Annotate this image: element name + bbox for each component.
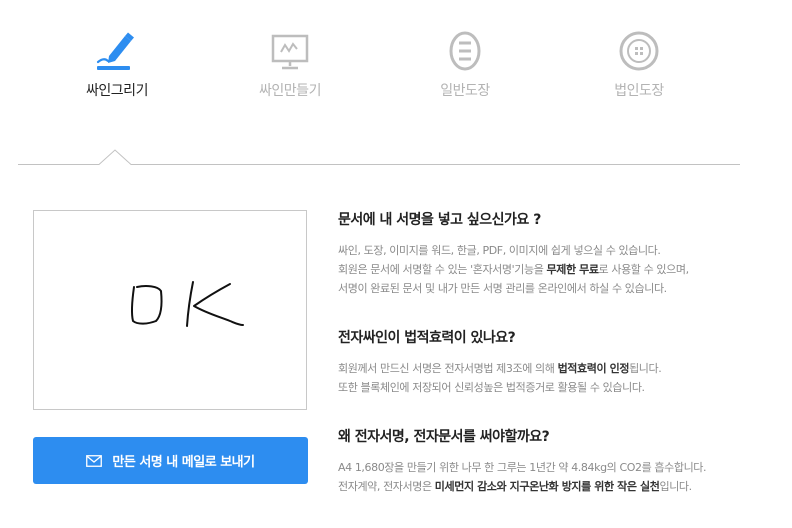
pen-icon	[96, 32, 134, 70]
tab-general-stamp[interactable]: 일반도장	[390, 28, 540, 100]
tab-corporate-stamp[interactable]: 법인도장	[564, 28, 714, 100]
sign-type-tabs: 싸인그리기 싸인만들기 일반도장 법인도장	[0, 0, 792, 110]
tab-label: 일반도장	[440, 83, 490, 99]
drawn-signature	[130, 281, 244, 327]
faq-answer: A4 1,680장을 만들기 위한 나무 한 그루는 1년간 약 4.84kg의…	[338, 461, 707, 493]
faq-answer: 회원께서 만드신 서명은 전자서명법 제3조에 의해 법적효력이 인정됩니다. …	[338, 362, 662, 394]
tab-label: 법인도장	[614, 83, 664, 99]
faq-question: 문서에 내 서명을 넣고 싶으신가요 ?	[338, 212, 541, 228]
monitor-signature-icon	[271, 34, 309, 70]
faq-question: 왜 전자서명, 전자문서를 써야할까요?	[338, 429, 550, 445]
faq-insert-signature: 문서에 내 서명을 넣고 싶으신가요 ? 싸인, 도장, 이미지를 워드, 한글…	[338, 209, 758, 298]
faq-answer: 싸인, 도장, 이미지를 워드, 한글, PDF, 이미지에 쉽게 넣으실 수 …	[338, 244, 689, 295]
tab-make-sign[interactable]: 싸인만들기	[215, 28, 365, 100]
mail-icon	[86, 454, 103, 467]
round-seal-icon	[619, 31, 659, 71]
tab-draw-sign[interactable]: 싸인그리기	[42, 28, 192, 100]
faq-question: 전자싸인이 법적효력이 있나요?	[338, 330, 516, 346]
tab-label: 싸인만들기	[259, 83, 321, 99]
tab-label: 싸인그리기	[86, 83, 148, 99]
faq-legal-validity: 전자싸인이 법적효력이 있나요? 회원께서 만드신 서명은 전자서명법 제3조에…	[338, 327, 758, 397]
send-button-label: 만든 서명 내 메일로 보내기	[112, 455, 255, 470]
signature-canvas[interactable]	[33, 210, 307, 410]
send-signature-email-button[interactable]: 만든 서명 내 메일로 보내기	[33, 437, 308, 484]
oval-stamp-icon	[449, 31, 481, 71]
faq-why-electronic: 왜 전자서명, 전자문서를 써야할까요? A4 1,680장을 만들기 위한 나…	[338, 426, 758, 496]
tab-divider	[18, 149, 740, 165]
